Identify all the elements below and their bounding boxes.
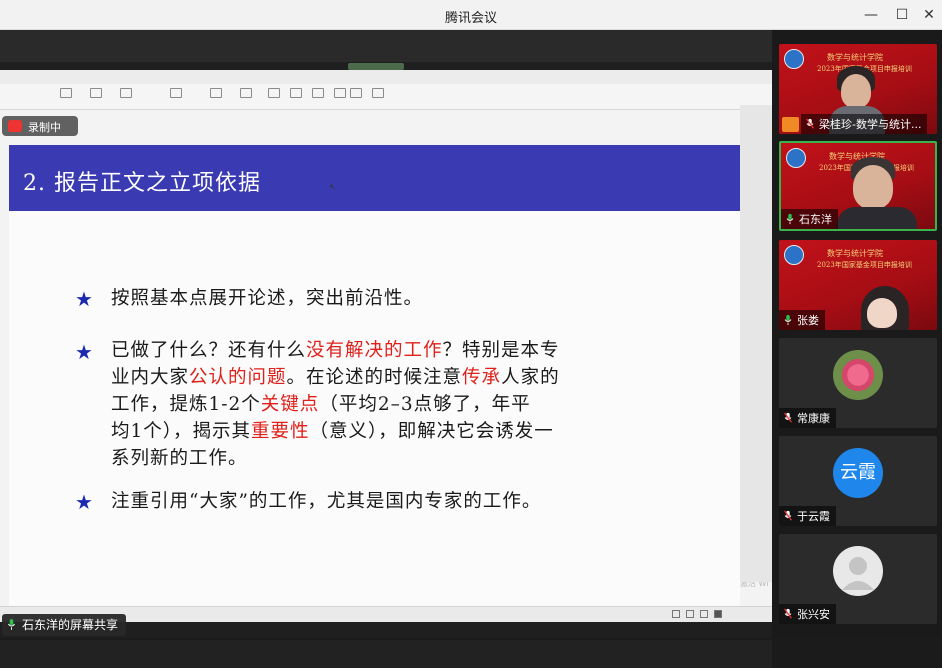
mic-muted-icon bbox=[784, 608, 792, 619]
ribbon-icon bbox=[312, 88, 324, 98]
shared-screen: 录制中 2. 报告正文之立项依据 ★ 按照基本点展开论述，突出前沿性。 ★ 已做… bbox=[0, 30, 772, 668]
slideshow-icon[interactable] bbox=[714, 610, 722, 618]
mic-icon bbox=[784, 314, 792, 326]
default-avatar-icon bbox=[833, 546, 883, 596]
share-indicator bbox=[348, 63, 404, 70]
participant-avatar bbox=[833, 350, 883, 400]
ribbon-icon bbox=[290, 88, 302, 98]
window-titlebar: 腾讯会议 — ☐ ✕ bbox=[0, 0, 942, 30]
participant-name-bar: 张兴安 bbox=[779, 604, 836, 624]
ribbon-icon bbox=[90, 88, 102, 98]
slide-pane-edge bbox=[740, 105, 772, 582]
ribbon-icon bbox=[350, 88, 362, 98]
bullet-1-text: 按照基本点展开论述，突出前沿性。 bbox=[111, 288, 424, 309]
ribbon-tabs bbox=[0, 70, 772, 84]
view-sorter-icon[interactable] bbox=[686, 610, 694, 618]
presentation-window: 录制中 2. 报告正文之立项依据 ★ 按照基本点展开论述，突出前沿性。 ★ 已做… bbox=[0, 70, 772, 622]
participant-tile[interactable]: 数学与统计学院 2023年国家基金项目申报培训 张娄 bbox=[779, 240, 937, 330]
bullet-3: 注重引用“大家”的工作，尤其是国内专家的工作。 bbox=[111, 488, 691, 515]
participant-tile[interactable]: 数学与统计学院 2023年国家基金项目申报培训 梁桂珍-数学与统计... bbox=[779, 44, 937, 134]
ribbon-icon bbox=[334, 88, 346, 98]
bullet-3-text: 注重引用“大家”的工作，尤其是国内专家的工作。 bbox=[111, 491, 542, 512]
participant-tile[interactable]: 张兴安 bbox=[779, 534, 937, 624]
bullet-1: 按照基本点展开论述，突出前沿性。 bbox=[111, 285, 691, 312]
bullet-2-line: 均1个），揭示其重要性（意义），即解决它会诱发一 bbox=[111, 421, 554, 442]
mouse-cursor-icon: ↖ bbox=[329, 183, 337, 193]
participant-name: 于云霞 bbox=[797, 510, 830, 523]
ribbon-icon bbox=[268, 88, 280, 98]
slide-heading: 2. 报告正文之立项依据 bbox=[23, 171, 261, 196]
mic-icon bbox=[7, 619, 16, 630]
school-logo-icon bbox=[784, 245, 804, 265]
ribbon-icon bbox=[372, 88, 384, 98]
participant-name-bar: 常康康 bbox=[779, 408, 836, 428]
star-bullet-icon: ★ bbox=[75, 340, 93, 364]
ribbon-icon bbox=[170, 88, 182, 98]
participant-name-bar: 梁桂珍-数学与统计... bbox=[801, 114, 928, 134]
banner-line-1: 数学与统计学院 bbox=[827, 249, 883, 258]
slide-header: 2. 报告正文之立项依据 bbox=[9, 145, 740, 211]
screen-share-label: 石东洋的屏幕共享 bbox=[2, 614, 127, 636]
bullet-2-line: 业内大家公认的问题。在论述的时候注意传承人家的 bbox=[111, 367, 560, 388]
person-face bbox=[841, 74, 871, 108]
view-reading-icon[interactable] bbox=[700, 610, 708, 618]
banner-line-2: 2023年国家基金项目申报培训 bbox=[817, 261, 912, 269]
star-bullet-icon: ★ bbox=[75, 287, 93, 311]
screen-share-owner: 石东洋的屏幕共享 bbox=[22, 618, 119, 632]
ribbon-icon bbox=[240, 88, 252, 98]
person-face bbox=[853, 165, 893, 209]
participant-name: 石东洋 bbox=[799, 213, 832, 226]
participant-name-bar: 张娄 bbox=[779, 310, 825, 330]
bullet-2-line: 工作，提炼1-2个关键点（平均2–3点够了，年平 bbox=[111, 394, 531, 415]
participant-tile[interactable]: 云霞 于云霞 bbox=[779, 436, 937, 526]
person-face bbox=[867, 298, 897, 328]
presentation-ribbon bbox=[0, 70, 772, 110]
bullet-2-line: 已做了什么？还有什么没有解决的工作？特别是本专 bbox=[111, 340, 560, 361]
participant-name: 梁桂珍-数学与统计... bbox=[819, 118, 922, 131]
participant-avatar: 云霞 bbox=[833, 448, 883, 498]
minimize-button[interactable]: — bbox=[858, 4, 884, 26]
participant-name-bar: 石东洋 bbox=[781, 209, 838, 229]
banner-line-1: 数学与统计学院 bbox=[827, 53, 883, 62]
mic-muted-icon bbox=[806, 118, 814, 129]
record-icon bbox=[8, 120, 22, 132]
participant-name-bar: 于云霞 bbox=[779, 506, 836, 526]
participant-name: 张娄 bbox=[797, 314, 819, 327]
mic-icon bbox=[786, 213, 794, 225]
person-body bbox=[837, 207, 917, 229]
ribbon-icon bbox=[60, 88, 72, 98]
star-bullet-icon: ★ bbox=[75, 490, 93, 514]
slide: 2. 报告正文之立项依据 ★ 按照基本点展开论述，突出前沿性。 ★ 已做了什么？… bbox=[9, 145, 740, 622]
participant-name: 常康康 bbox=[797, 412, 830, 425]
recording-badge[interactable]: 录制中 bbox=[2, 116, 78, 136]
share-footer bbox=[0, 640, 772, 668]
bullet-2: 已做了什么？还有什么没有解决的工作？特别是本专 业内大家公认的问题。在论述的时候… bbox=[111, 337, 691, 472]
ribbon-icon bbox=[210, 88, 222, 98]
bullet-2-line: 系列新的工作。 bbox=[111, 448, 248, 469]
view-normal-icon[interactable] bbox=[672, 610, 680, 618]
participant-name: 张兴安 bbox=[797, 608, 830, 621]
host-badge-icon bbox=[782, 117, 799, 132]
ribbon-icon bbox=[120, 88, 132, 98]
mic-muted-icon bbox=[784, 412, 792, 423]
school-logo-icon bbox=[784, 49, 804, 69]
mic-muted-icon bbox=[784, 510, 792, 521]
school-logo-icon bbox=[786, 148, 806, 168]
window-title: 腾讯会议 bbox=[444, 11, 497, 26]
share-topbar bbox=[0, 30, 772, 62]
participant-tile[interactable]: 常康康 bbox=[779, 338, 937, 428]
recording-label: 录制中 bbox=[28, 121, 61, 134]
close-button[interactable]: ✕ bbox=[916, 4, 942, 26]
participant-tile-active[interactable]: 数学与统计学院 2023年国家基金项目申报培训 石东洋 bbox=[779, 141, 937, 231]
maximize-button[interactable]: ☐ bbox=[889, 4, 915, 26]
